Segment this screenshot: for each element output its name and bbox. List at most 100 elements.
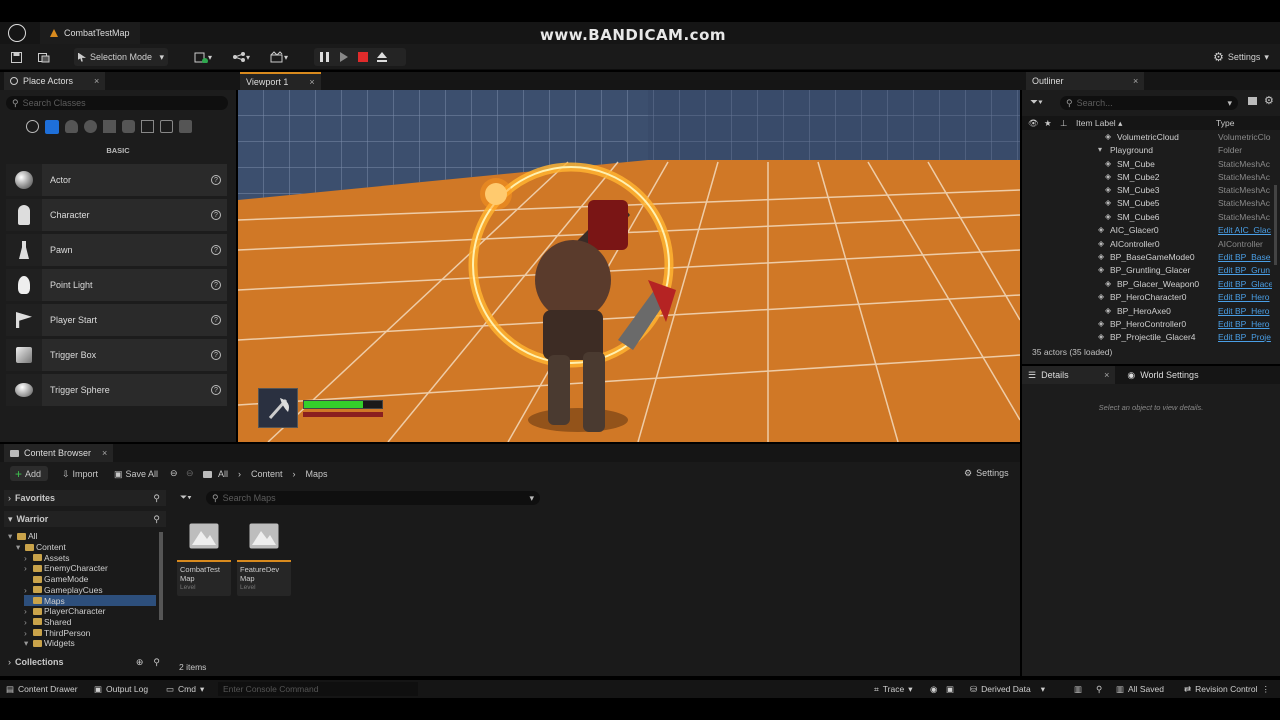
save-all-button[interactable]: ▣ Save All xyxy=(114,469,158,480)
recent-icon[interactable] xyxy=(26,120,39,133)
save-icon[interactable] xyxy=(8,48,24,66)
trace-dropdown[interactable]: ⌗ Trace ▾ xyxy=(874,680,913,698)
help-icon[interactable]: ? xyxy=(211,175,221,185)
outliner-row[interactable]: ◈ BP_Gruntling_Glacer Edit BP_Grun xyxy=(1024,263,1274,276)
actor-item-point-light[interactable]: Point Light ? xyxy=(6,269,227,301)
stats-icon[interactable]: ▥ xyxy=(1074,680,1082,698)
asset-tile[interactable]: CombatTest Map Level xyxy=(177,512,231,596)
close-icon[interactable]: × xyxy=(102,448,107,458)
back-icon[interactable]: ⊖ xyxy=(170,468,178,479)
outliner-row-type[interactable]: Edit BP_Proje xyxy=(1218,332,1272,342)
search-maps-input[interactable]: ⚲ Search Maps ▾ xyxy=(206,491,540,505)
pause-icon[interactable] xyxy=(320,52,329,62)
project-header[interactable]: ▾ Warrior ⚲ xyxy=(4,511,166,527)
cinematics-icon[interactable]: ▾ xyxy=(266,48,292,66)
outliner-row[interactable]: ◈ SM_Cube3 StaticMeshAc xyxy=(1024,183,1274,196)
actor-item-pawn[interactable]: Pawn ? xyxy=(6,234,227,266)
volumes-icon[interactable] xyxy=(141,120,154,133)
breadcrumb-maps[interactable]: Maps xyxy=(306,469,328,479)
folder-tree-item[interactable]: GameMode xyxy=(24,574,88,585)
chevron-right-icon[interactable]: › xyxy=(24,628,31,638)
outliner-scrollbar[interactable] xyxy=(1274,185,1277,265)
tab-details[interactable]: ☰ Details × xyxy=(1022,366,1116,384)
stop-icon[interactable] xyxy=(358,52,368,62)
folder-tree-item[interactable]: › Shared xyxy=(24,617,71,628)
visibility-icon[interactable]: 👁 xyxy=(1028,118,1039,129)
close-icon[interactable]: × xyxy=(1133,76,1138,86)
content-drawer-button[interactable]: ▤ Content Drawer xyxy=(6,680,78,698)
tab-content-browser[interactable]: Content Browser × xyxy=(4,444,114,462)
folder-tree-item[interactable]: ▾ Content xyxy=(16,542,66,553)
folder-tree-item[interactable]: Maps xyxy=(24,595,156,606)
tab-viewport[interactable]: Viewport 1 × xyxy=(240,72,321,90)
tab-outliner[interactable]: Outliner × xyxy=(1026,72,1145,90)
add-folder-icon[interactable] xyxy=(1248,97,1257,105)
outliner-row-type[interactable]: Edit BP_Hero xyxy=(1218,319,1272,329)
folder-tree-item[interactable]: › Assets xyxy=(24,552,70,563)
forward-icon[interactable]: ⊖ xyxy=(186,468,194,479)
search-icon[interactable]: ⚲ xyxy=(153,657,160,668)
chevron-right-icon[interactable]: › xyxy=(24,563,31,573)
cmd-dropdown[interactable]: ▭ Cmd ▾ xyxy=(166,680,204,698)
add-collection-icon[interactable]: ⊕ xyxy=(136,657,144,668)
outliner-row[interactable]: ◈ BP_Projectile_Glacer4 Edit BP_Proje xyxy=(1024,330,1274,343)
tab-world-settings[interactable]: ◉ World Settings xyxy=(1121,366,1204,384)
folder-tree-item[interactable]: › EnemyCharacter xyxy=(24,563,108,574)
visual-effects-icon[interactable] xyxy=(122,120,135,133)
help-icon[interactable]: ? xyxy=(211,245,221,255)
outliner-row[interactable]: ◈ BP_Glacer_Weapon0 Edit BP_Glace xyxy=(1024,277,1274,290)
add-button[interactable]: + Add xyxy=(10,466,48,481)
outliner-row-type[interactable]: Edit BP_Hero xyxy=(1218,306,1272,316)
step-icon[interactable] xyxy=(340,52,348,62)
filter-icon[interactable]: ⏷▾ xyxy=(1030,97,1043,108)
lights-icon[interactable] xyxy=(65,120,78,133)
outliner-row-type[interactable]: Edit BP_Hero xyxy=(1218,292,1272,302)
search-classes-input[interactable]: ⚲ Search Classes xyxy=(6,96,228,110)
folder-tree-item[interactable]: › ThirdPerson xyxy=(24,627,90,638)
viewport[interactable] xyxy=(238,90,1020,442)
help-icon[interactable]: ? xyxy=(211,350,221,360)
outliner-row[interactable]: ◈ AIController0 AIController xyxy=(1024,237,1274,250)
asset-filter-icon[interactable]: ⏷▾ xyxy=(180,492,192,503)
chevron-down-icon[interactable]: ▾ xyxy=(8,531,15,542)
chevron-right-icon[interactable]: › xyxy=(24,585,31,595)
outliner-row[interactable]: ◈ SM_Cube6 StaticMeshAc xyxy=(1024,210,1274,223)
tab-place-actors[interactable]: Place Actors × xyxy=(4,72,106,90)
import-button[interactable]: ⇩ Import xyxy=(62,469,98,480)
outliner-row[interactable]: ◈ SM_Cube5 StaticMeshAc xyxy=(1024,196,1274,209)
actor-item-trigger-box[interactable]: Trigger Box ? xyxy=(6,339,227,371)
source-control-icon[interactable]: ⚲ xyxy=(1096,680,1102,698)
help-icon[interactable]: ? xyxy=(211,280,221,290)
outliner-row-type[interactable]: Edit BP_Glace xyxy=(1218,279,1272,289)
close-icon[interactable]: × xyxy=(1104,370,1109,380)
blueprint-icon[interactable]: ▾ xyxy=(228,48,254,66)
actor-item-character[interactable]: Character ? xyxy=(6,199,227,231)
eject-icon[interactable] xyxy=(376,51,388,63)
chevron-right-icon[interactable]: › xyxy=(24,553,31,563)
browse-icon[interactable] xyxy=(36,48,52,66)
folder-tree-item[interactable]: › PlayerCharacter xyxy=(24,606,105,617)
outliner-row[interactable]: ◈ AIC_Glacer0 Edit AIC_Glac xyxy=(1024,223,1274,236)
outliner-row[interactable]: ◈ SM_Cube2 StaticMeshAc xyxy=(1024,170,1274,183)
outliner-row[interactable]: ◈ BP_HeroCharacter0 Edit BP_Hero xyxy=(1024,290,1274,303)
close-icon[interactable]: × xyxy=(94,76,99,86)
pin-icon[interactable]: ⊥ xyxy=(1060,118,1067,129)
settings-button[interactable]: ⚙ Settings ▾ xyxy=(1210,48,1272,66)
output-log-button[interactable]: ▣ Output Log xyxy=(94,680,148,698)
actor-item-trigger-sphere[interactable]: Trigger Sphere ? xyxy=(6,374,227,406)
search-icon[interactable]: ⚲ xyxy=(153,514,160,525)
folder-tree-item[interactable]: ▾ All xyxy=(8,531,37,542)
chevron-right-icon[interactable]: › xyxy=(24,606,31,616)
help-icon[interactable]: ? xyxy=(211,385,221,395)
favorites-header[interactable]: › Favorites ⚲ xyxy=(4,490,166,506)
gear-icon[interactable]: ⚙ xyxy=(1264,94,1274,107)
breadcrumb-content[interactable]: Content xyxy=(251,469,283,479)
outliner-row[interactable]: ◈ BP_HeroAxe0 Edit BP_Hero xyxy=(1024,304,1274,317)
chevron-down-icon[interactable]: ▾ xyxy=(16,542,23,553)
outliner-row-type[interactable]: Edit AIC_Glac xyxy=(1218,225,1272,235)
outliner-row-type[interactable]: Edit BP_Base xyxy=(1218,252,1272,262)
shapes-icon[interactable] xyxy=(84,120,97,133)
console-input[interactable]: Enter Console Command xyxy=(218,682,418,696)
collections-header[interactable]: › Collections ⊕ ⚲ xyxy=(4,654,166,670)
close-icon[interactable]: × xyxy=(309,77,314,87)
